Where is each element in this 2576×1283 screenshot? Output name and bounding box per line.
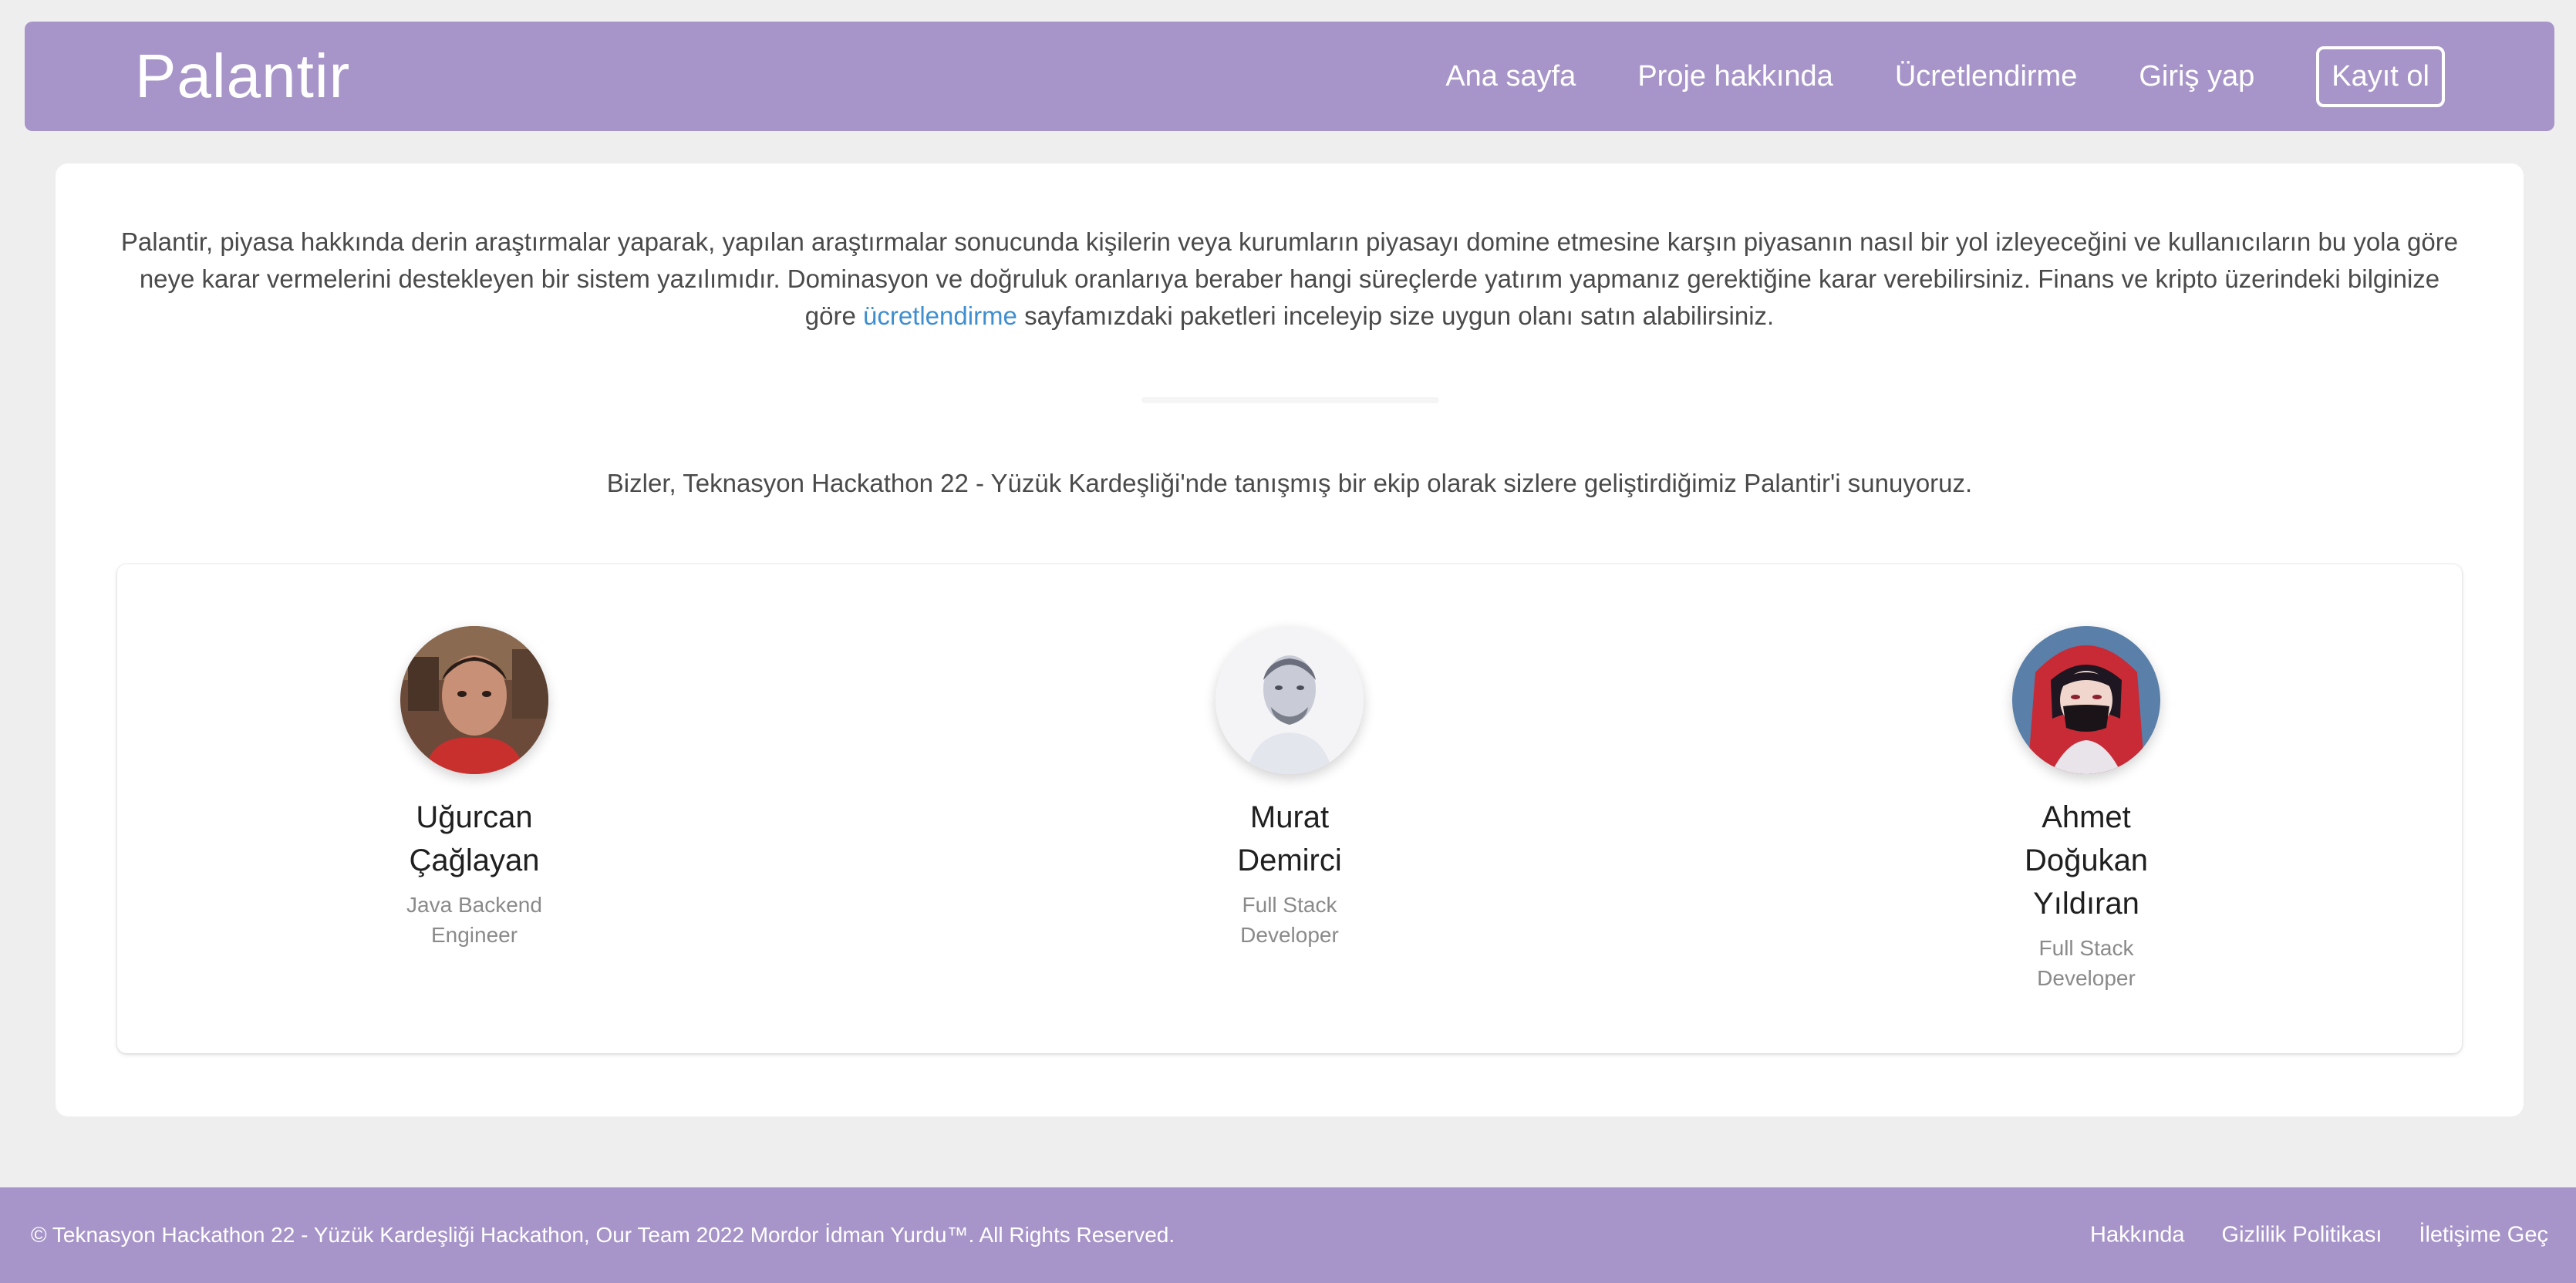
footer: © Teknasyon Hackathon 22 - Yüzük Kardeşl… xyxy=(0,1187,2576,1283)
intro-text-after: sayfamızdaki paketleri inceleyip size uy… xyxy=(1017,301,1775,330)
team-card: Uğurcan Çağlayan Java Backend Engineer M… xyxy=(117,564,2462,1053)
nav-pricing[interactable]: Ücretlendirme xyxy=(1895,60,2078,93)
footer-link-privacy[interactable]: Gizlilik Politikası xyxy=(2222,1223,2382,1248)
intro-paragraph: Palantir, piyasa hakkında derin araştırm… xyxy=(117,224,2462,335)
footer-links: Hakkında Gizlilik Politikası İletişime G… xyxy=(2053,1223,2548,1248)
register-button[interactable]: Kayıt ol xyxy=(2316,45,2445,107)
member-role: Full Stack Developer xyxy=(2037,936,2136,990)
member-role: Java Backend Engineer xyxy=(406,893,542,947)
footer-link-contact[interactable]: İletişime Geç xyxy=(2419,1223,2548,1248)
member-role: Full Stack Developer xyxy=(1240,893,1339,947)
nav-home[interactable]: Ana sayfa xyxy=(1445,60,1576,93)
nav-login[interactable]: Giriş yap xyxy=(2139,60,2254,93)
footer-link-about[interactable]: Hakkında xyxy=(2090,1223,2185,1248)
team-member-card: Ahmet Doğukan Yıldıran Full Stack Develo… xyxy=(1971,626,2202,993)
brand-logo[interactable]: Palantir xyxy=(135,41,350,112)
copyright-text: © Teknasyon Hackathon 22 - Yüzük Kardeşl… xyxy=(31,1223,1175,1247)
navbar: Palantir Ana sayfa Proje hakkında Ücretl… xyxy=(25,22,2554,131)
pricing-link[interactable]: ücretlendirme xyxy=(863,301,1017,330)
team-member-card: Murat Demirci Full Stack Developer xyxy=(1174,626,1405,950)
member-name: Uğurcan Çağlayan xyxy=(409,800,540,877)
team-member-card: Uğurcan Çağlayan Java Backend Engineer xyxy=(359,626,590,950)
avatar xyxy=(2012,626,2160,774)
nav-about-project[interactable]: Proje hakkında xyxy=(1637,60,1833,93)
avatar xyxy=(1216,626,1364,774)
member-name: Murat Demirci xyxy=(1237,800,1342,877)
section-divider xyxy=(1141,397,1439,403)
nav-links: Ana sayfa Proje hakkında Ücretlendirme G… xyxy=(1384,22,2445,131)
member-name: Ahmet Doğukan Yıldıran xyxy=(2024,800,2149,921)
team-intro-text: Bizler, Teknasyon Hackathon 22 - Yüzük K… xyxy=(606,469,1973,497)
avatar xyxy=(400,626,548,774)
main-content: Palantir, piyasa hakkında derin araştırm… xyxy=(56,163,2524,1116)
